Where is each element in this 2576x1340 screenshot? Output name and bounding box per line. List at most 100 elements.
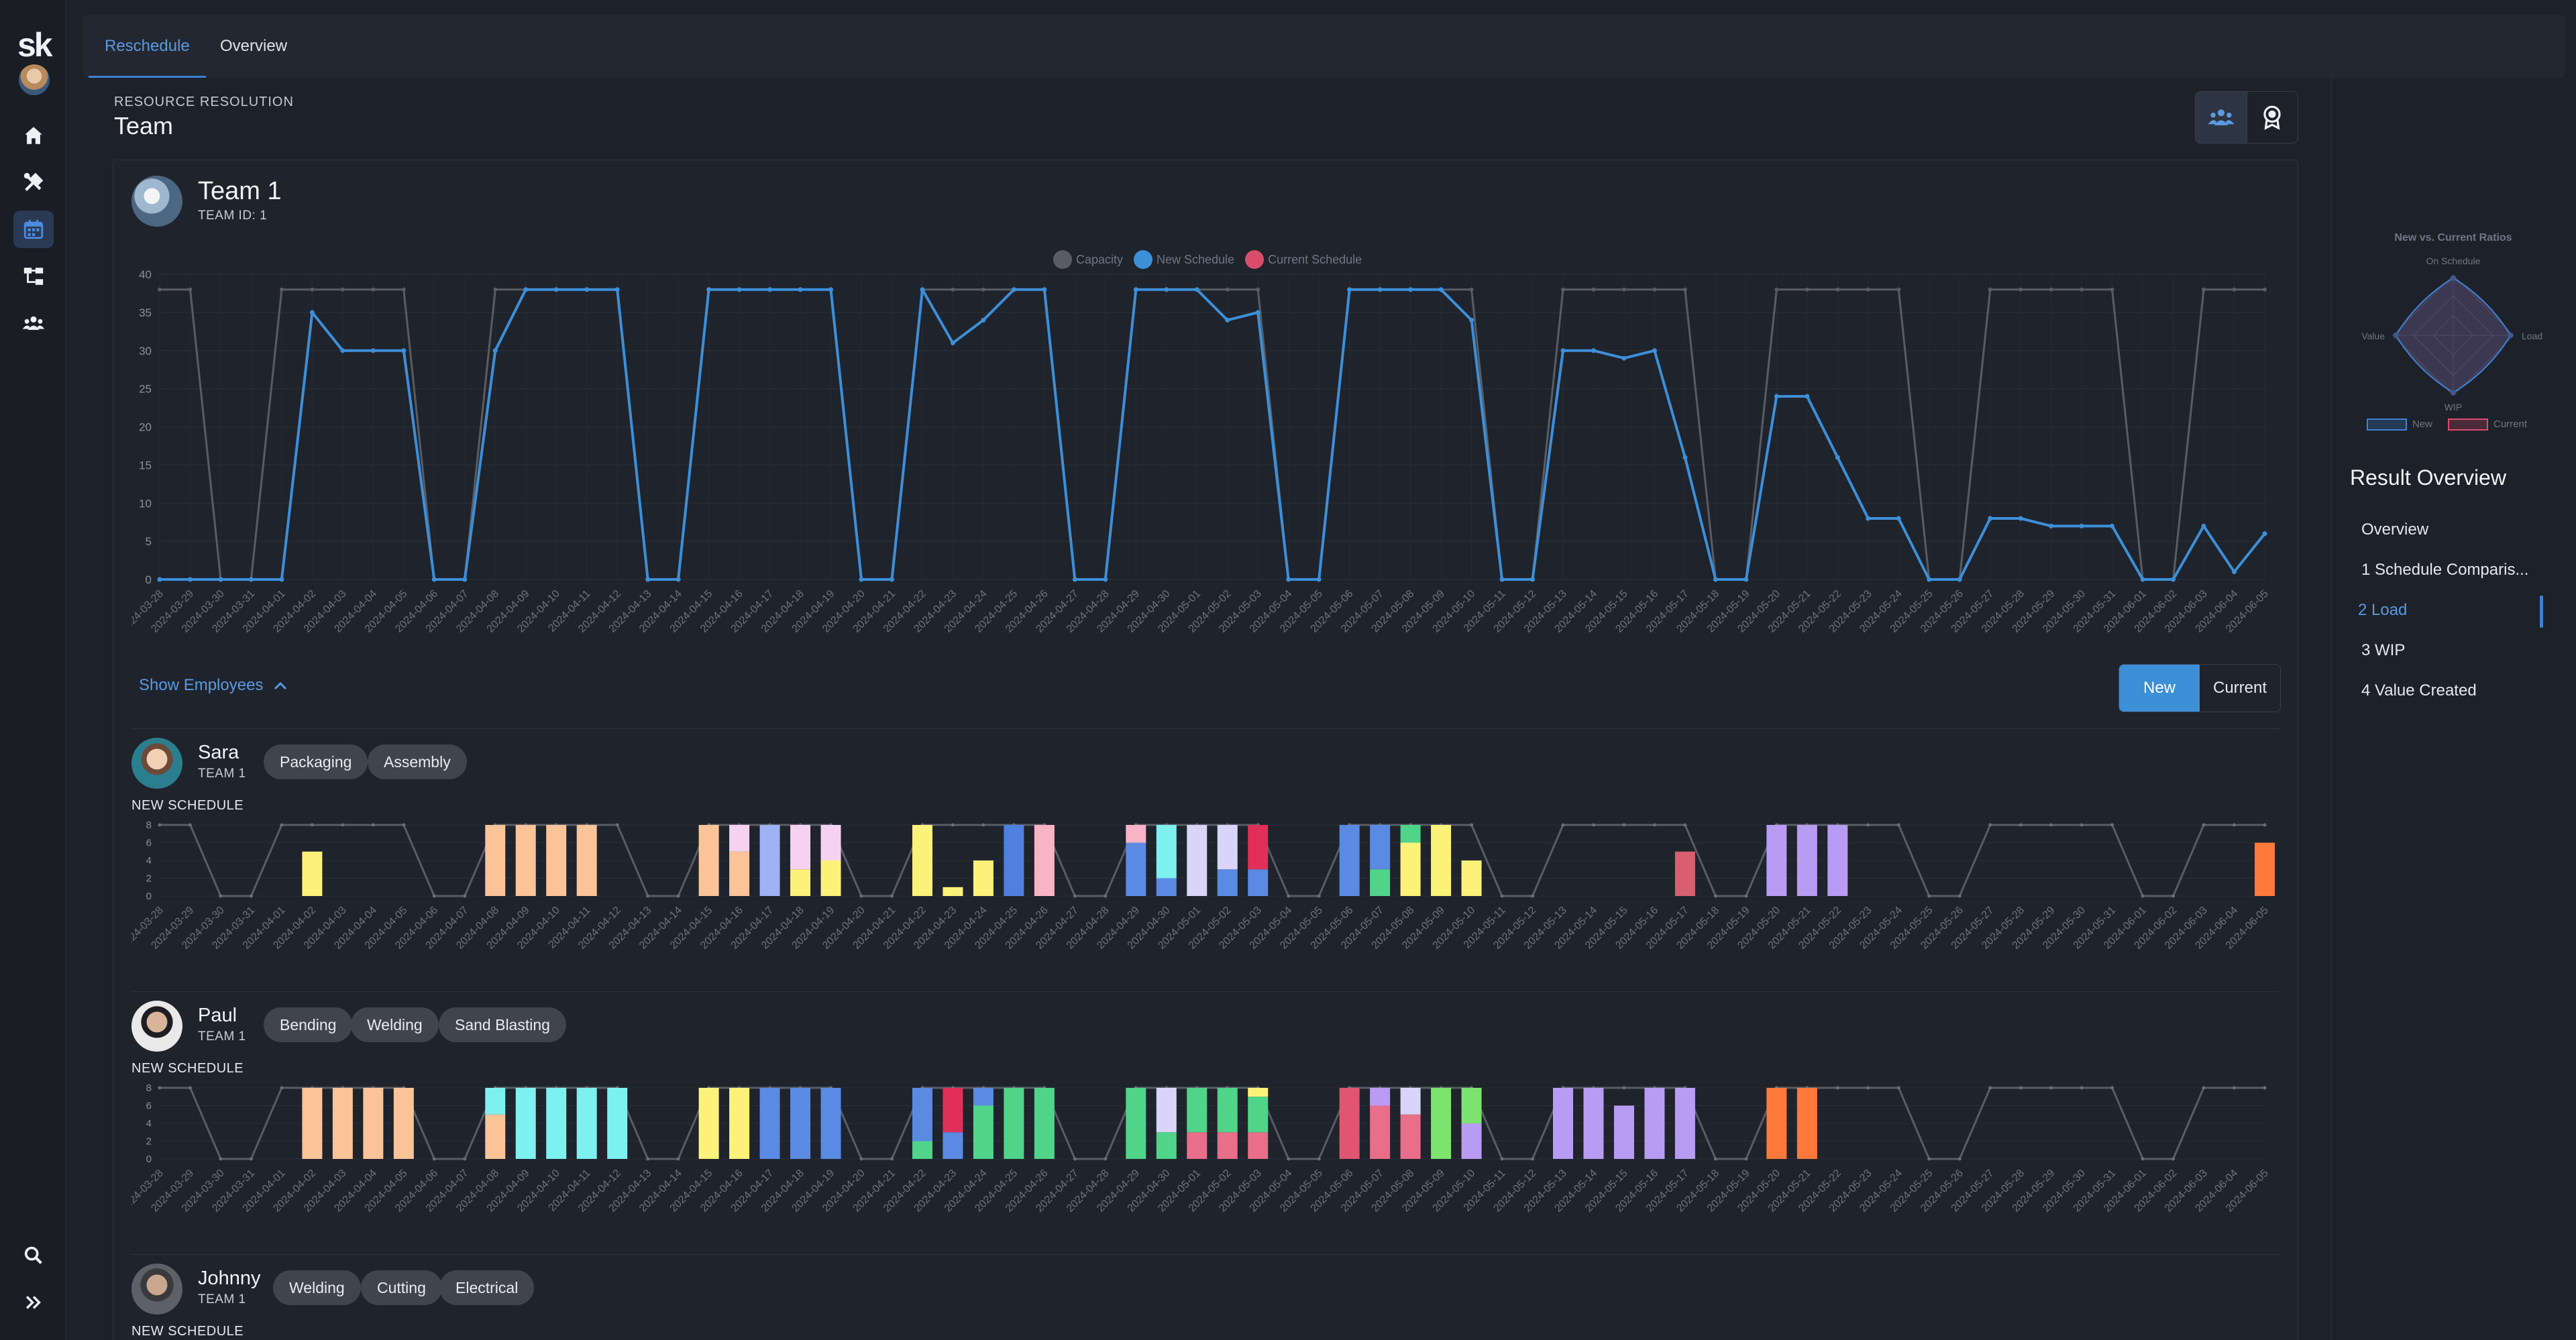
skill-chip: Electrical bbox=[439, 1270, 535, 1305]
team-avatar bbox=[131, 176, 182, 227]
active-marker bbox=[2540, 596, 2543, 628]
y-tick-label: 10 bbox=[139, 497, 152, 510]
tab-overview[interactable]: Overview bbox=[204, 15, 303, 78]
radar-title: New vs. Current Ratios bbox=[2394, 232, 2512, 243]
new-schedule-point bbox=[2110, 523, 2115, 528]
new-schedule-point bbox=[1927, 577, 1932, 582]
bar-segment bbox=[1431, 1088, 1452, 1159]
capacity-point bbox=[1073, 894, 1077, 898]
result-nav-schedule-comparison[interactable]: 1 Schedule Comparis... bbox=[2361, 561, 2528, 579]
schedule-label: NEW SCHEDULE bbox=[131, 1324, 244, 1339]
skill-chip: Packaging bbox=[264, 744, 368, 779]
new-schedule-point bbox=[1988, 516, 1993, 521]
divider bbox=[131, 1254, 2279, 1255]
bar-segment bbox=[1674, 1088, 1695, 1159]
new-schedule-point bbox=[645, 577, 651, 582]
capacity-point bbox=[2080, 1086, 2084, 1090]
bar-segment bbox=[1156, 1088, 1177, 1133]
team-view-button[interactable] bbox=[2196, 92, 2247, 143]
radar-axis-label: WIP bbox=[2445, 402, 2462, 412]
capacity-point bbox=[493, 287, 498, 292]
capacity-point bbox=[2263, 823, 2267, 827]
section-label: RESOURCE RESOLUTION bbox=[114, 95, 294, 109]
bar-segment bbox=[546, 1088, 567, 1159]
current-schedule-button[interactable]: Current bbox=[2200, 665, 2280, 712]
bar-segment bbox=[790, 1088, 811, 1159]
app-logo[interactable]: sk bbox=[17, 25, 53, 64]
capacity-point bbox=[1835, 1086, 1839, 1090]
bar-segment bbox=[943, 887, 963, 896]
capacity-point bbox=[432, 1157, 436, 1161]
capacity-point bbox=[2171, 1157, 2176, 1161]
hierarchy-icon bbox=[23, 268, 44, 285]
bar-segment bbox=[698, 1088, 719, 1159]
bar-segment bbox=[302, 851, 323, 896]
capacity-point bbox=[2080, 823, 2084, 827]
new-schedule-point bbox=[798, 287, 803, 292]
y-tick-label: 4 bbox=[146, 1118, 152, 1129]
capacity-point bbox=[1866, 1086, 1870, 1090]
bar-segment bbox=[515, 1088, 536, 1159]
capacity-point bbox=[1927, 894, 1931, 898]
new-schedule-point bbox=[492, 348, 498, 353]
bar-segment bbox=[1248, 1097, 1269, 1133]
bar-segment bbox=[698, 825, 719, 896]
bar-segment bbox=[759, 825, 780, 896]
user-avatar[interactable] bbox=[19, 64, 50, 95]
schedule-toggle: New Current bbox=[2118, 664, 2281, 712]
bar-segment bbox=[973, 1105, 994, 1159]
capacity-point bbox=[2202, 287, 2206, 292]
capacity-point bbox=[188, 823, 192, 827]
bar-segment bbox=[820, 1088, 841, 1159]
bar-segment bbox=[1370, 1088, 1391, 1106]
bar-segment bbox=[1583, 1088, 1604, 1159]
bar-segment bbox=[332, 1088, 353, 1159]
capacity-point bbox=[2049, 287, 2053, 292]
result-nav-load[interactable]: 2 Load bbox=[2358, 601, 2407, 620]
capacity-point bbox=[1591, 823, 1595, 827]
award-view-button[interactable] bbox=[2246, 92, 2298, 143]
capacity-point bbox=[2233, 823, 2237, 827]
team-icon bbox=[2208, 109, 2235, 125]
capacity-point bbox=[2080, 287, 2084, 292]
schedule-label: NEW SCHEDULE bbox=[131, 1061, 244, 1076]
new-schedule-point bbox=[1866, 516, 1871, 521]
bar-segment bbox=[1370, 825, 1391, 870]
calendar-icon bbox=[23, 219, 44, 239]
new-schedule-line bbox=[160, 288, 2266, 581]
show-employees-label: Show Employees bbox=[139, 676, 264, 694]
nav-hierarchy[interactable] bbox=[13, 258, 54, 295]
capacity-point bbox=[340, 287, 345, 292]
nav-home[interactable] bbox=[13, 117, 54, 154]
skill-chip: Assembly bbox=[368, 744, 467, 779]
bar-segment bbox=[790, 869, 811, 896]
y-tick-label: 4 bbox=[146, 855, 152, 867]
result-nav-overview[interactable]: Overview bbox=[2361, 520, 2428, 539]
y-tick-label: 0 bbox=[146, 891, 152, 902]
capacity-line bbox=[160, 288, 2265, 581]
nav-teams[interactable] bbox=[13, 304, 54, 342]
new-schedule-point bbox=[2201, 523, 2206, 528]
show-employees-toggle[interactable]: Show Employees bbox=[139, 676, 288, 695]
bar-segment bbox=[576, 825, 597, 896]
divider bbox=[131, 728, 2279, 729]
team-load-chart: 05101520253035402024-03-282024-03-292024… bbox=[131, 268, 2271, 635]
nav-search[interactable] bbox=[13, 1237, 54, 1274]
radar-legend-label-current: Current bbox=[2493, 418, 2528, 430]
y-tick-label: 15 bbox=[139, 459, 152, 471]
tab-reschedule[interactable]: Reschedule bbox=[89, 15, 206, 78]
nav-tools[interactable] bbox=[13, 164, 54, 201]
nav-schedule[interactable] bbox=[13, 211, 54, 248]
new-schedule-point bbox=[462, 577, 468, 582]
bar-segment bbox=[1553, 1088, 1573, 1159]
result-nav-value-created[interactable]: 4 Value Created bbox=[2361, 681, 2477, 700]
new-schedule-point bbox=[1133, 287, 1138, 292]
result-nav-wip[interactable]: 3 WIP bbox=[2361, 641, 2405, 660]
capacity-point bbox=[1531, 1157, 1535, 1161]
new-schedule-point bbox=[737, 287, 742, 292]
new-schedule-point bbox=[1896, 516, 1901, 521]
nav-expand[interactable] bbox=[13, 1284, 54, 1321]
new-schedule-button[interactable]: New bbox=[2119, 665, 2200, 712]
capacity-point bbox=[280, 1086, 284, 1090]
capacity-point bbox=[310, 287, 315, 292]
